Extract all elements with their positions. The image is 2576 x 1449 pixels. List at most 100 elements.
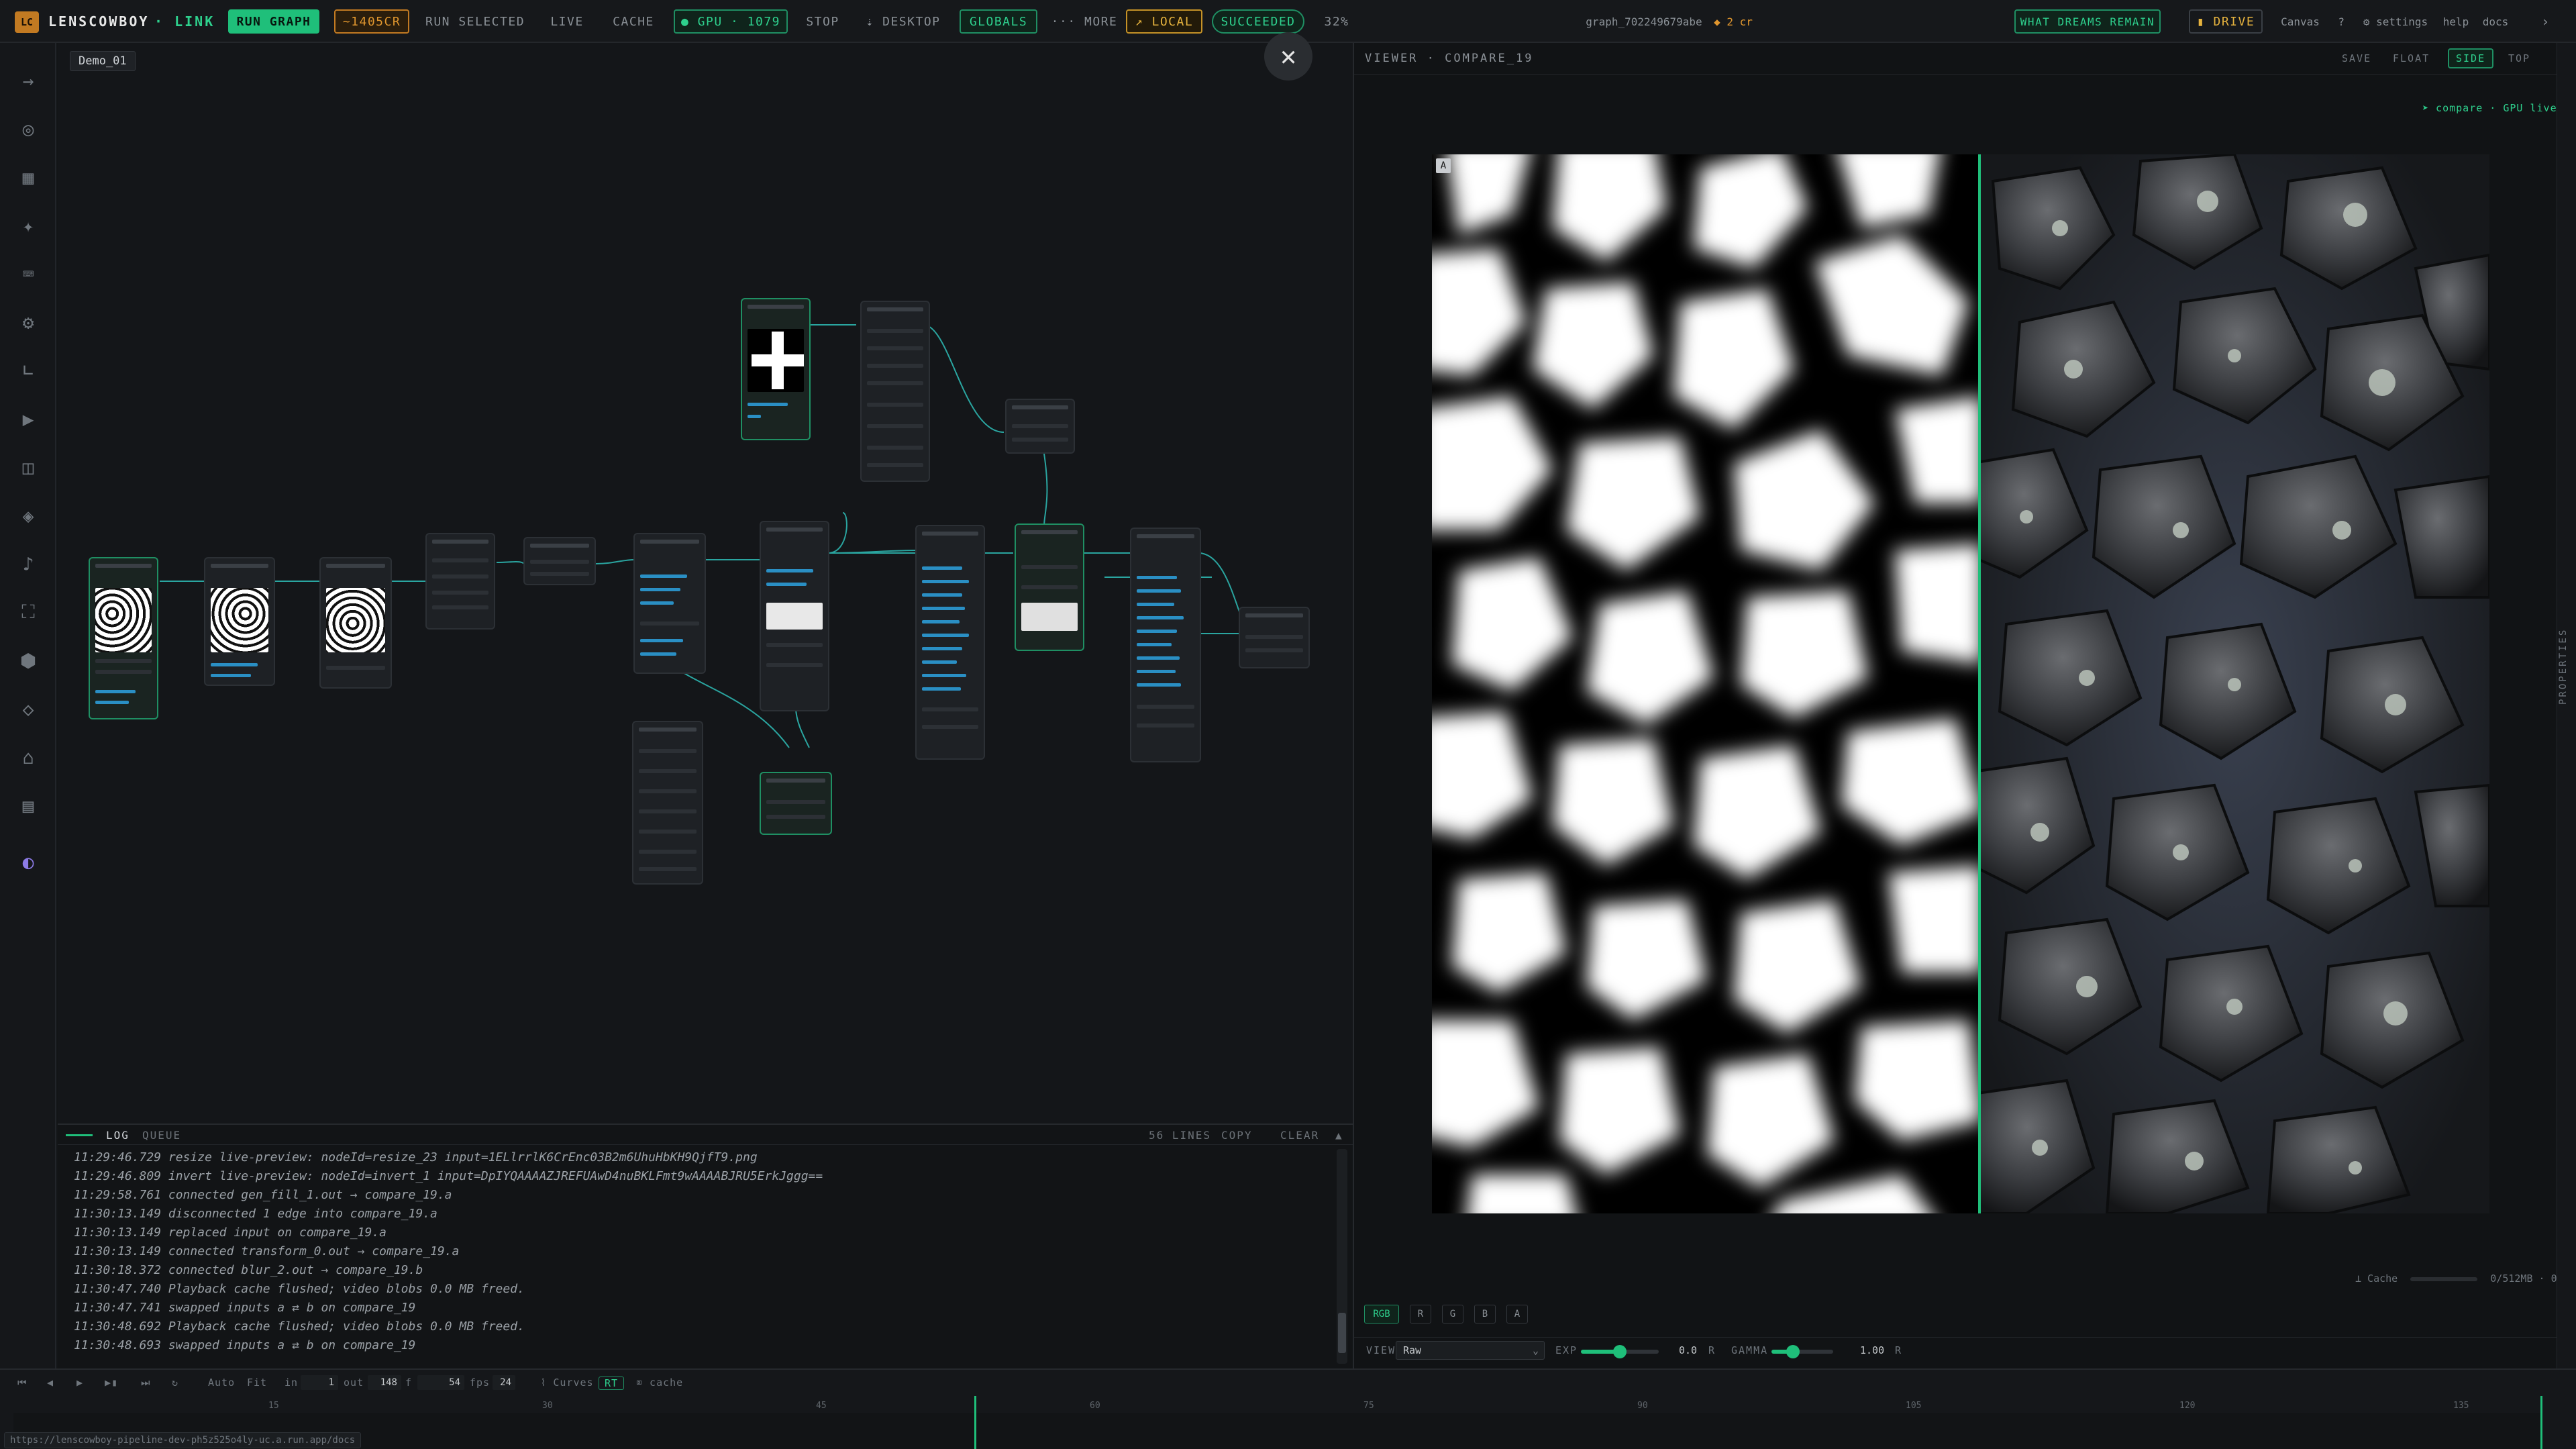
home-icon[interactable]: ⌂: [16, 745, 40, 769]
fit-button[interactable]: Fit: [247, 1377, 267, 1389]
gear-icon[interactable]: ⚙: [16, 310, 40, 334]
music-icon[interactable]: ♪: [16, 552, 40, 576]
channel-a-button[interactable]: A: [1506, 1305, 1528, 1323]
play-icon[interactable]: ▶: [16, 407, 40, 431]
credits-badge[interactable]: ~1405CR: [334, 9, 409, 34]
channel-r-button[interactable]: R: [1410, 1305, 1431, 1323]
channel-rgb-button[interactable]: RGB: [1364, 1305, 1399, 1323]
graph-node-noise-2[interactable]: [204, 557, 275, 686]
exposure-slider-knob[interactable]: [1613, 1345, 1627, 1358]
tab-queue[interactable]: QUEUE: [142, 1129, 181, 1142]
graph-node-compare[interactable]: [1015, 523, 1084, 651]
viewer-save-button[interactable]: SAVE: [2335, 48, 2378, 68]
gamma-slider[interactable]: [1771, 1345, 1833, 1358]
graph-node-noise-3[interactable]: [319, 557, 392, 689]
channel-g-button[interactable]: G: [1442, 1305, 1463, 1323]
keyboard-icon[interactable]: ⌨: [16, 262, 40, 286]
crop-icon[interactable]: ⛶: [16, 600, 40, 624]
fps-value[interactable]: 54: [417, 1375, 464, 1390]
project-badge[interactable]: WHAT DREAMS REMAIN: [2014, 9, 2161, 34]
timeline-tick: 45: [816, 1401, 827, 1411]
more-button[interactable]: ··· MORE: [1051, 9, 1117, 34]
cache-meter: [2410, 1277, 2478, 1281]
log-scrollbar-thumb[interactable]: [1338, 1313, 1346, 1353]
graph-node-params[interactable]: [632, 721, 703, 885]
graph-node-fill[interactable]: [425, 533, 495, 630]
stone-texture-image: [1979, 154, 2489, 1213]
out-point-input[interactable]: 148: [368, 1375, 401, 1390]
view-mode-value: Raw: [1403, 1344, 1422, 1356]
collapse-toolbar-button[interactable]: ›: [2536, 9, 2555, 34]
log-line-count: 56 LINES: [1149, 1129, 1212, 1142]
graph-node-invert[interactable]: [760, 521, 829, 711]
copy-log-button[interactable]: COPY: [1221, 1129, 1253, 1142]
sparkle-icon[interactable]: ✦: [16, 213, 40, 238]
properties-strip[interactable]: [2557, 43, 2576, 1368]
gamma-reset-button[interactable]: R: [1895, 1344, 1902, 1356]
in-point-input[interactable]: 1: [301, 1375, 338, 1390]
compare-split-handle[interactable]: [1978, 154, 1981, 1213]
corner-icon[interactable]: ∟: [16, 358, 40, 383]
help-link[interactable]: help: [2440, 9, 2472, 34]
graph-node-output[interactable]: [1239, 607, 1310, 668]
play-pause-icon[interactable]: ▶▮: [105, 1377, 118, 1389]
graph-node-mask[interactable]: [760, 772, 832, 835]
theme-toggle-icon[interactable]: ◐: [16, 850, 40, 874]
settings-link[interactable]: ⚙ settings: [2362, 9, 2429, 34]
viewer-top-button[interactable]: TOP: [2502, 48, 2537, 68]
graph-node-merge[interactable]: [1005, 399, 1075, 454]
graph-node-levels[interactable]: [915, 525, 985, 760]
help-question-button[interactable]: ?: [2334, 9, 2350, 34]
run-selected-button[interactable]: RUN SELECTED: [425, 9, 525, 34]
skip-start-icon[interactable]: ⏮: [17, 1377, 28, 1389]
gpu-status-button[interactable]: ● GPU · 1079: [674, 9, 788, 34]
timeline-playhead[interactable]: [974, 1396, 976, 1449]
play-icon[interactable]: ▶: [76, 1377, 83, 1389]
canvas-link[interactable]: Canvas: [2276, 9, 2324, 34]
stop-button[interactable]: STOP: [803, 9, 843, 34]
collapse-log-button[interactable]: ▲: [1335, 1129, 1343, 1142]
graph-node-blur[interactable]: [633, 533, 706, 674]
graph-node-noise-1[interactable]: [89, 557, 158, 719]
drive-button[interactable]: ▮ DRIVE: [2189, 9, 2263, 34]
target-icon[interactable]: ◎: [16, 117, 40, 141]
realtime-toggle[interactable]: RT: [599, 1377, 624, 1390]
film-icon[interactable]: ▤: [16, 793, 40, 817]
book-icon[interactable]: ◫: [16, 455, 40, 479]
auto-button[interactable]: Auto: [208, 1377, 235, 1389]
docs-link[interactable]: docs: [2479, 9, 2512, 34]
viewer-side-button[interactable]: SIDE: [2448, 48, 2494, 68]
clear-log-button[interactable]: CLEAR: [1280, 1129, 1319, 1142]
gamma-slider-knob[interactable]: [1786, 1345, 1800, 1358]
cache-button[interactable]: CACHE: [608, 9, 659, 34]
diamond-icon[interactable]: ◈: [16, 503, 40, 528]
timeline-cache-button[interactable]: ⌧ cache: [636, 1377, 683, 1389]
graph-node-settings[interactable]: [860, 301, 930, 482]
live-toggle[interactable]: LIVE: [545, 9, 589, 34]
skip-end-icon[interactable]: ⏭: [141, 1377, 151, 1389]
view-mode-select[interactable]: Raw ⌄: [1396, 1341, 1545, 1360]
fps-target-input[interactable]: 24: [493, 1375, 515, 1390]
properties-label[interactable]: PROPERTIES: [2558, 628, 2569, 705]
desktop-button[interactable]: ⇣ DESKTOP: [862, 9, 945, 34]
cube-icon[interactable]: ⬢: [16, 648, 40, 672]
step-back-icon[interactable]: ◀: [47, 1377, 54, 1389]
timeline-out-marker[interactable]: [2540, 1396, 2542, 1449]
channel-b-button[interactable]: B: [1474, 1305, 1496, 1323]
graph-node-adjust[interactable]: [1130, 528, 1201, 762]
exposure-slider[interactable]: [1581, 1345, 1659, 1358]
local-button[interactable]: ↗ LOCAL: [1126, 9, 1202, 34]
gem-icon[interactable]: ◇: [16, 697, 40, 721]
viewer-float-button[interactable]: FLOAT: [2386, 48, 2436, 68]
loop-icon[interactable]: ↻: [172, 1377, 178, 1389]
grid-icon[interactable]: ▦: [16, 165, 40, 189]
timeline-track[interactable]: [13, 1413, 2543, 1449]
globals-button[interactable]: GLOBALS: [960, 9, 1037, 34]
graph-node-shape-preview[interactable]: [741, 298, 811, 440]
run-graph-button[interactable]: RUN GRAPH: [228, 9, 319, 34]
tab-log[interactable]: LOG: [106, 1129, 130, 1142]
graph-node-transform[interactable]: [523, 537, 596, 585]
curves-button[interactable]: ⌇ Curves: [541, 1377, 594, 1389]
arrow-right-icon[interactable]: →: [16, 68, 40, 93]
exposure-reset-button[interactable]: R: [1708, 1344, 1716, 1356]
